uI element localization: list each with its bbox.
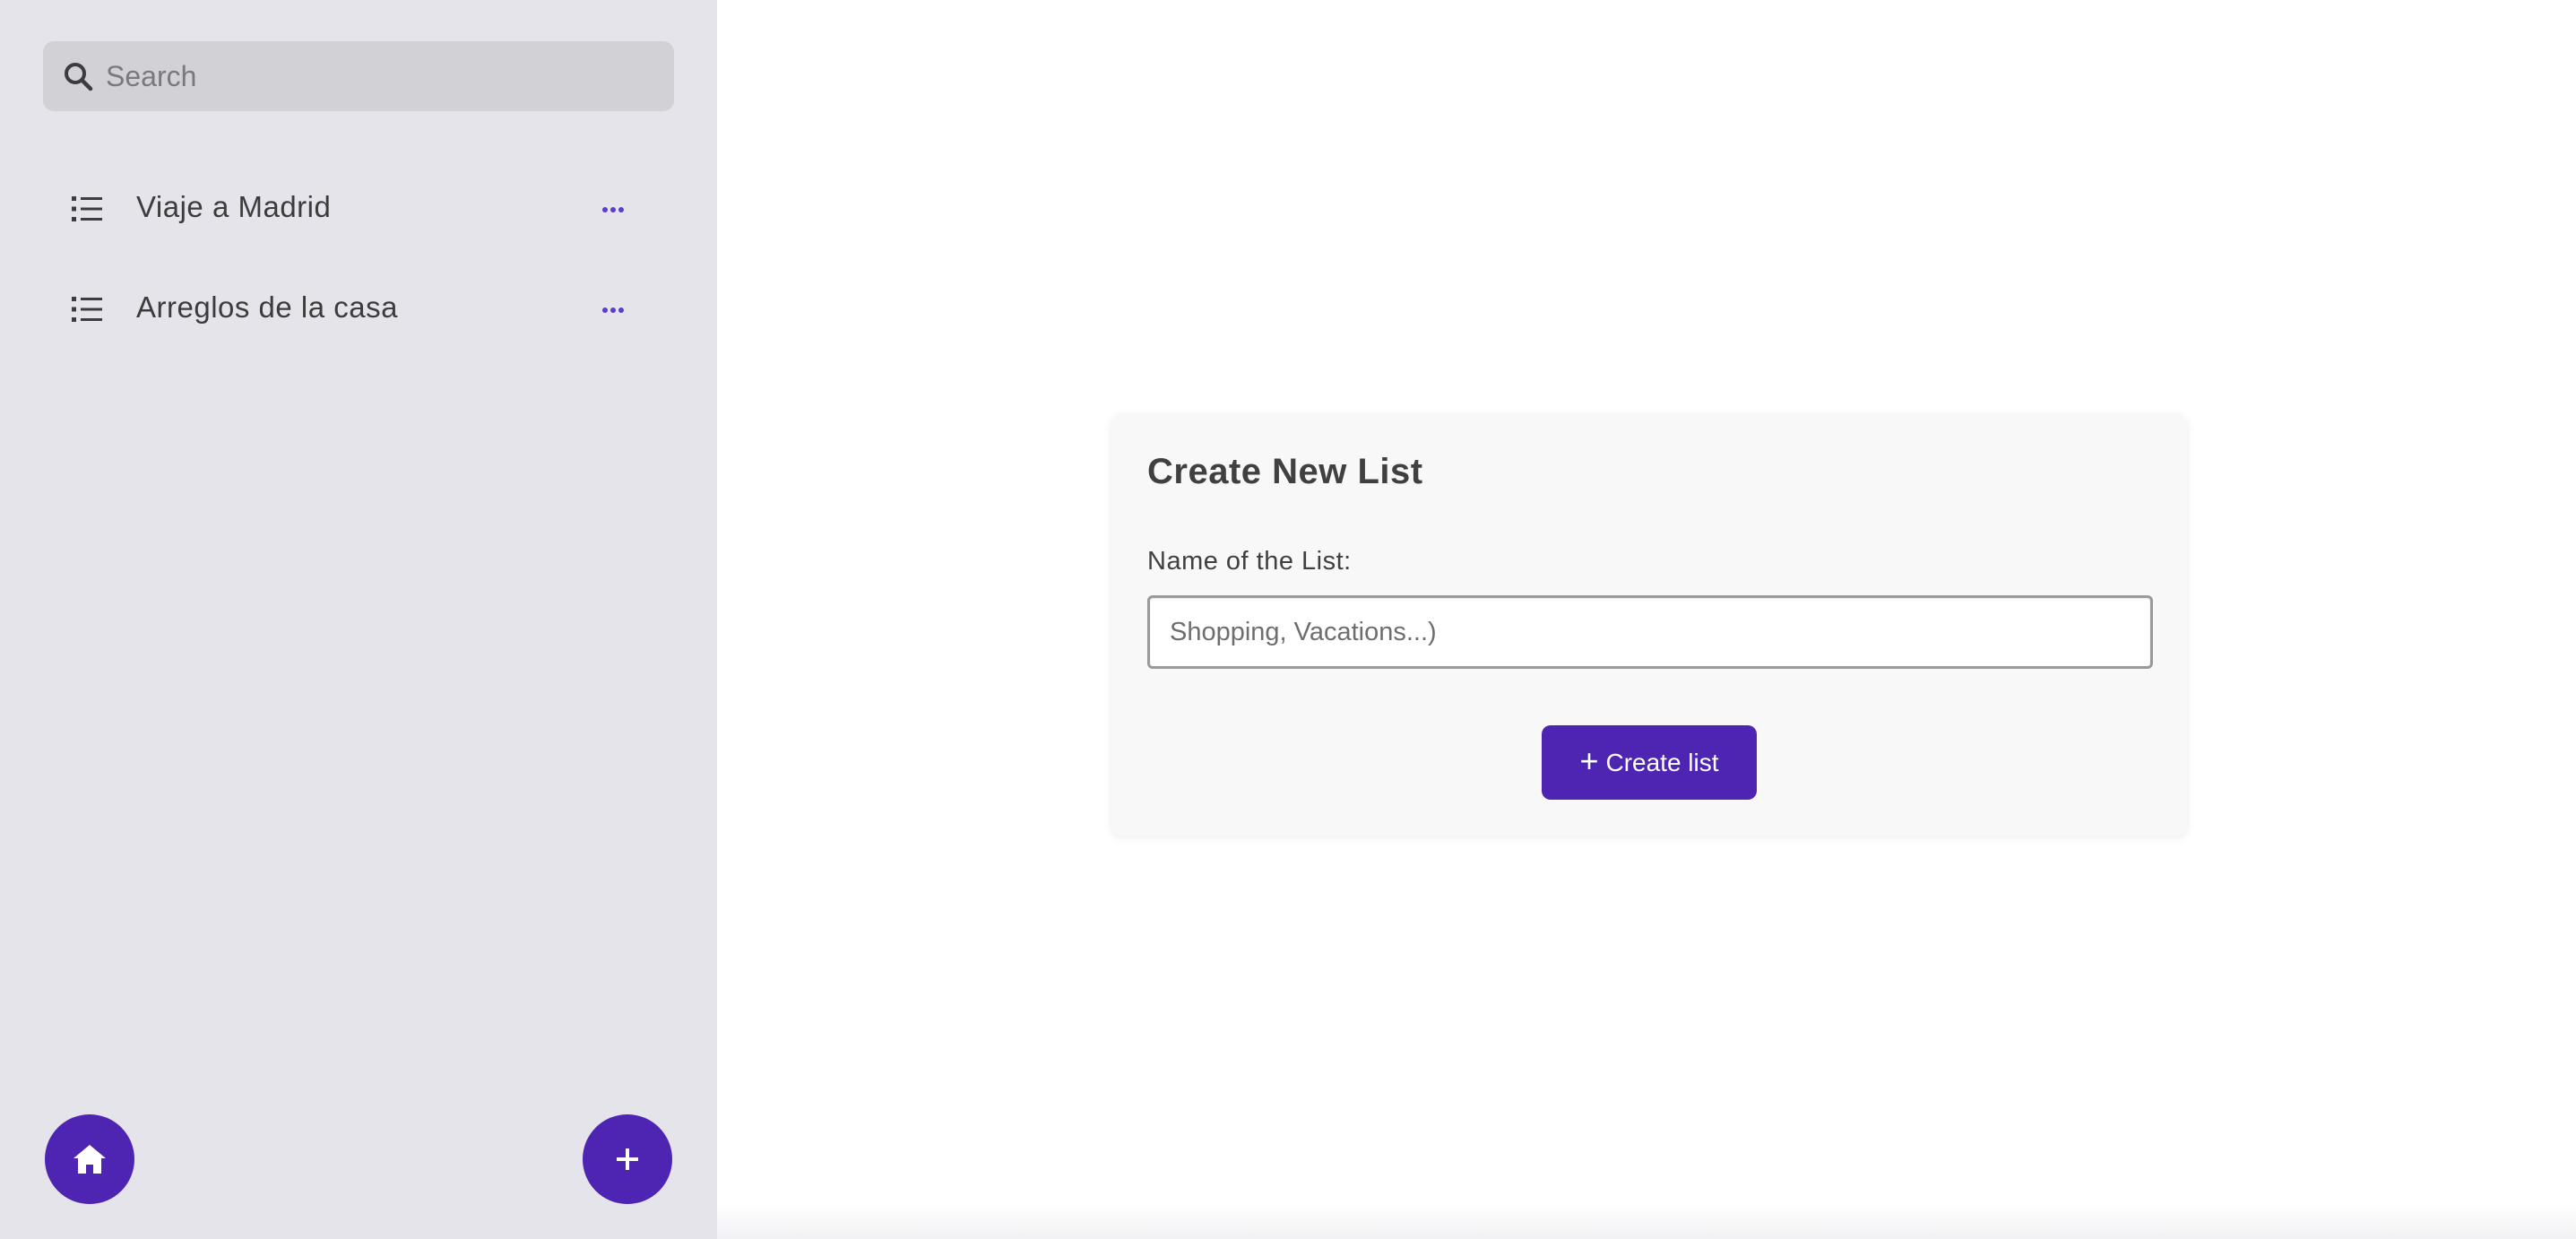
- bottom-shade: [717, 1203, 2576, 1239]
- list-item-label: Arreglos de la casa: [136, 290, 398, 324]
- create-list-button-label: Create list: [1605, 748, 1719, 776]
- more-dots-icon: [602, 308, 624, 313]
- search-input[interactable]: [106, 41, 661, 111]
- create-list-card: Create New List Name of the List: + Crea…: [1111, 414, 2187, 836]
- plus-icon: [617, 1148, 638, 1170]
- more-options-button[interactable]: [592, 294, 635, 326]
- more-options-button[interactable]: [592, 194, 635, 226]
- sidebar: Viaje a Madrid: [0, 0, 717, 1239]
- list-items: Viaje a Madrid Arreglos de la casa: [0, 161, 717, 362]
- list-item-label: Viaje a Madrid: [136, 190, 332, 223]
- app-window: Viaje a Madrid: [0, 0, 2576, 1239]
- home-icon: [73, 1145, 106, 1174]
- plus-icon: +: [1579, 741, 1599, 779]
- main-content: Create New List Name of the List: + Crea…: [717, 0, 2576, 1239]
- list-item[interactable]: Arreglos de la casa: [0, 262, 717, 362]
- list-icon: [72, 195, 102, 222]
- card-title: Create New List: [1147, 452, 1423, 491]
- search-box[interactable]: [43, 41, 674, 111]
- home-button[interactable]: [45, 1114, 134, 1204]
- create-list-button[interactable]: + Create list: [1542, 725, 1757, 800]
- more-dots-icon: [602, 207, 624, 212]
- list-item[interactable]: Viaje a Madrid: [0, 161, 717, 262]
- search-icon: [63, 61, 93, 91]
- list-name-label: Name of the List:: [1147, 547, 1352, 576]
- list-name-input[interactable]: [1147, 595, 2153, 669]
- add-list-button[interactable]: [583, 1114, 672, 1204]
- list-icon: [72, 296, 102, 323]
